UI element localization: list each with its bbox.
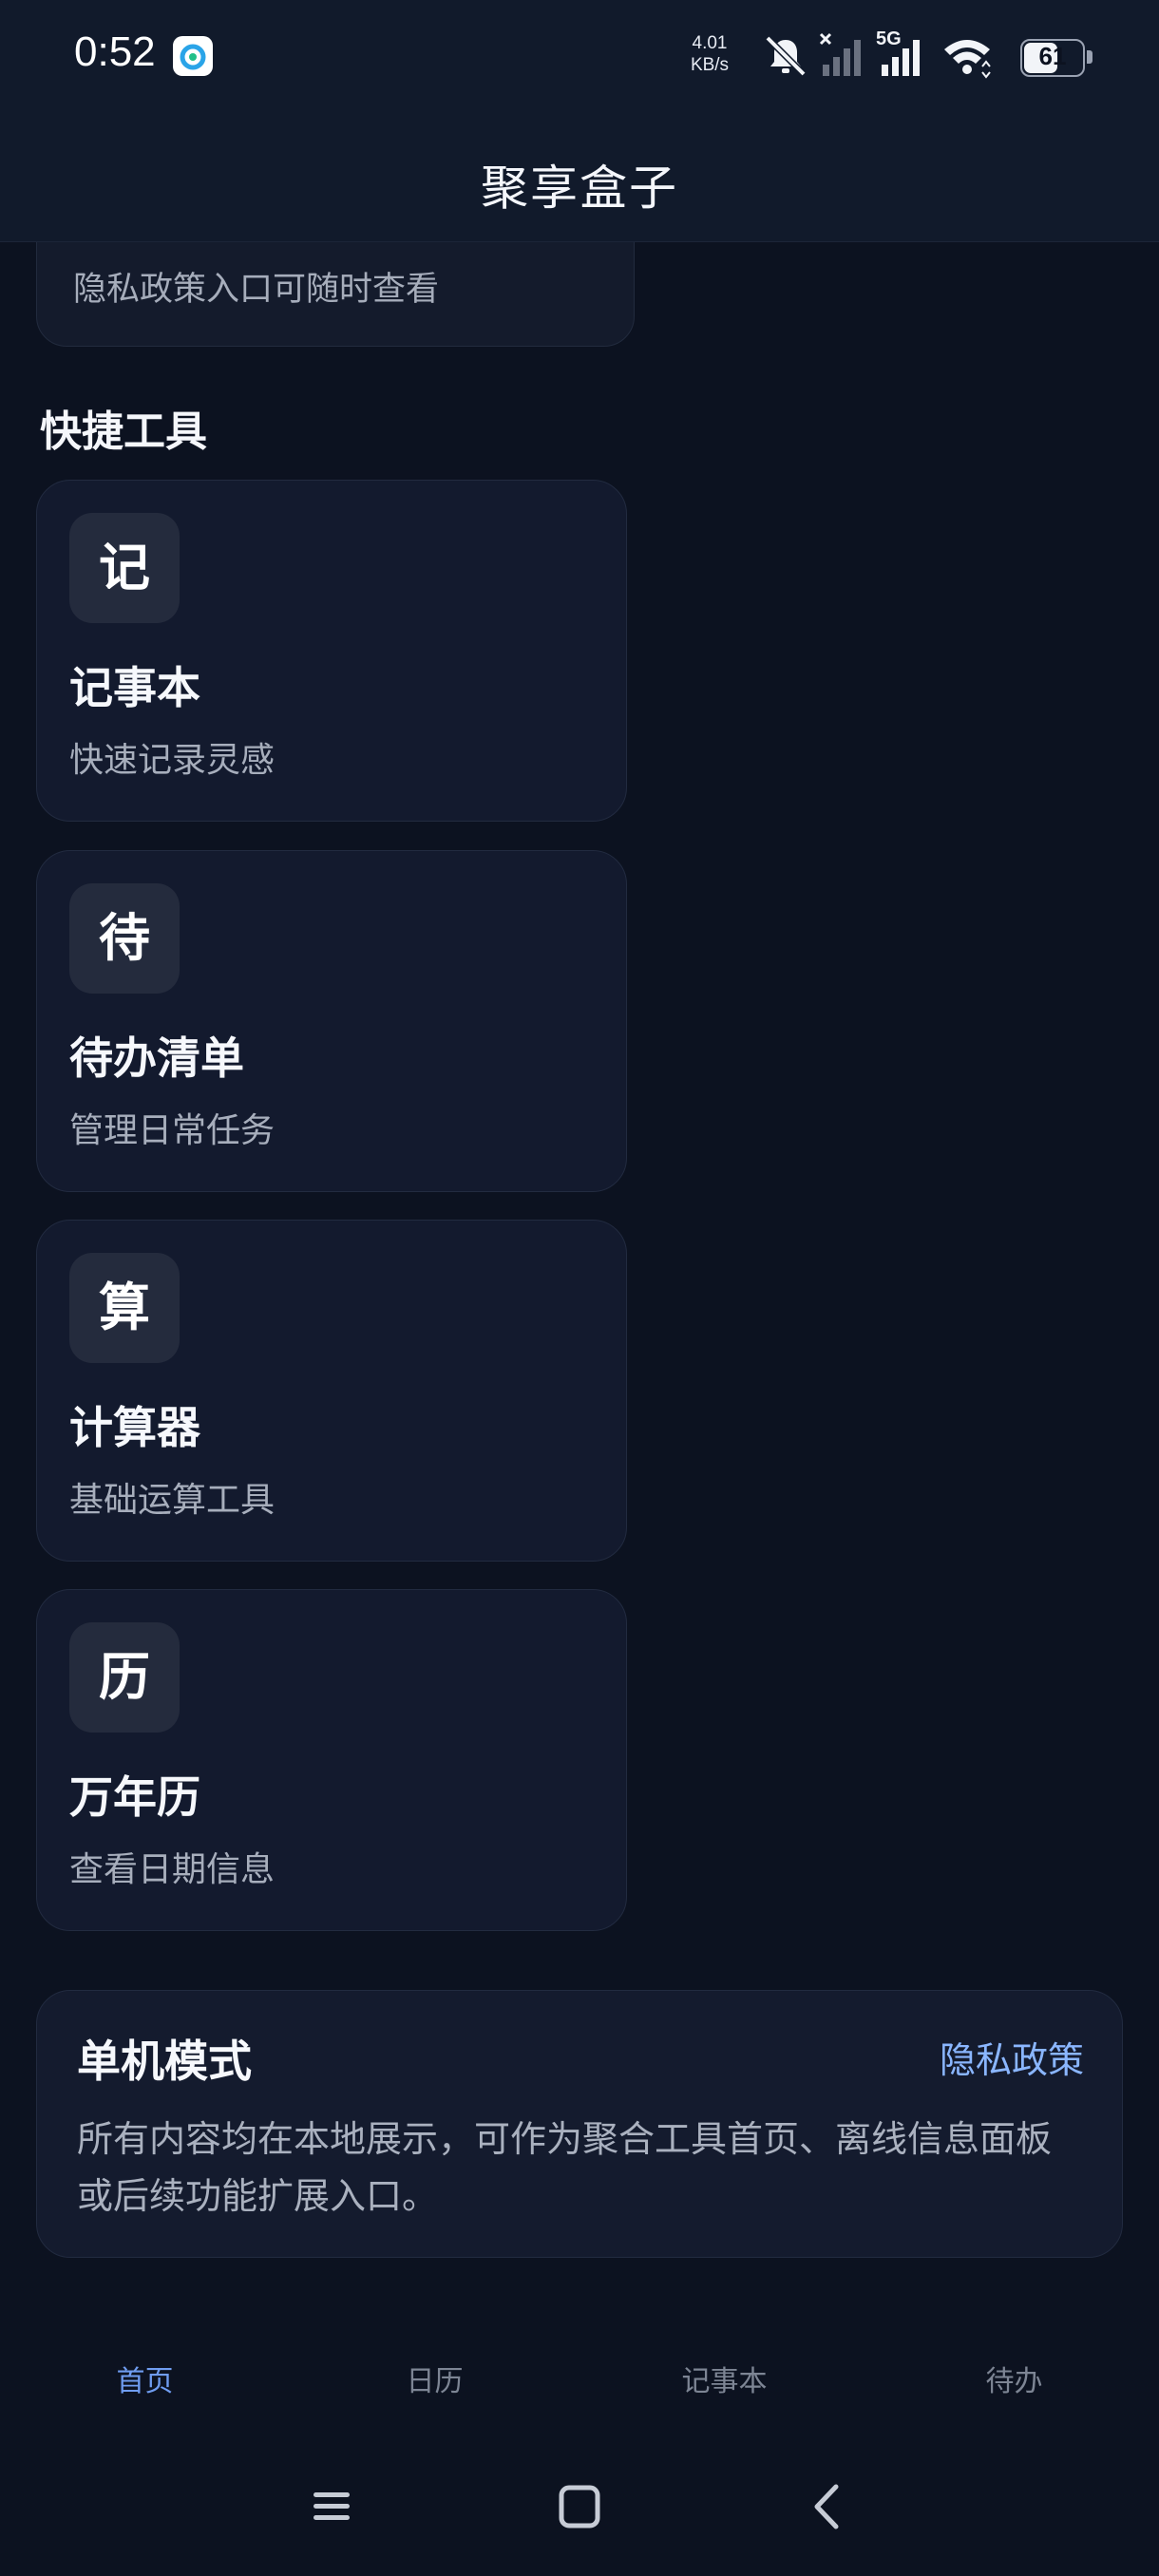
tool-name: 计算器 <box>69 1402 200 1453</box>
net-speed: 4.01 KB/s <box>676 32 743 76</box>
todo-icon: 待 <box>69 883 180 994</box>
battery-icon: 61 <box>1020 39 1092 77</box>
tab-home[interactable]: 首页 <box>0 2358 290 2399</box>
bottom-nav: 首页 日历 记事本 待办 <box>0 2299 1159 2454</box>
app-notification-icon <box>173 36 213 76</box>
tool-desc: 管理日常任务 <box>69 1111 276 1150</box>
main-content[interactable]: 隐私政策入口可随时查看 快捷工具 记 记事本 快速记录灵感 待 待办清单 管理日… <box>0 242 1159 2299</box>
tool-desc: 基础运算工具 <box>69 1481 276 1520</box>
calculator-icon: 算 <box>69 1253 180 1363</box>
calendar-icon: 历 <box>69 1622 180 1733</box>
tool-name: 万年历 <box>69 1771 200 1823</box>
tool-card-calendar[interactable]: 历 万年历 查看日期信息 <box>36 1589 627 1931</box>
tab-notepad[interactable]: 记事本 <box>580 2358 869 2399</box>
section-title-tools: 快捷工具 <box>40 407 207 456</box>
tool-card-notepad[interactable]: 记 记事本 快速记录灵感 <box>36 480 627 822</box>
net-speed-value: 4.01 <box>692 33 728 53</box>
no-signal-icon <box>819 32 861 76</box>
mute-icon <box>765 35 807 77</box>
battery-level: 61 <box>1038 42 1067 70</box>
offline-mode-card: 单机模式 隐私政策 所有内容均在本地展示，可作为聚合工具首页、离线信息面板或后续… <box>36 1990 1123 2258</box>
home-icon[interactable] <box>556 2483 603 2530</box>
menu-icon[interactable] <box>308 2483 355 2530</box>
privacy-policy-link[interactable]: 隐私政策 <box>940 2031 1084 2083</box>
system-nav-bar <box>0 2454 1159 2576</box>
tab-calendar[interactable]: 日历 <box>290 2358 580 2399</box>
tab-todo[interactable]: 待办 <box>869 2358 1159 2399</box>
notepad-icon: 记 <box>69 513 180 623</box>
app-bar: 聚享盒子 <box>0 116 1159 242</box>
back-icon[interactable] <box>804 2483 851 2530</box>
tool-desc: 快速记录灵感 <box>69 741 276 780</box>
tool-desc: 查看日期信息 <box>69 1850 276 1889</box>
page-title: 聚享盒子 <box>481 161 678 216</box>
offline-mode-title: 单机模式 <box>77 2036 252 2087</box>
privacy-notice-card[interactable]: 隐私政策入口可随时查看 <box>36 242 635 347</box>
offline-mode-desc: 所有内容均在本地展示，可作为聚合工具首页、离线信息面板或后续功能扩展入口。 <box>77 2118 1053 2217</box>
tool-card-calculator[interactable]: 算 计算器 基础运算工具 <box>36 1220 627 1562</box>
status-icons: 4.01 KB/s 5G 61 <box>676 28 1092 84</box>
status-time: 0:52 <box>74 28 156 75</box>
tool-name: 记事本 <box>69 662 200 713</box>
wifi-icon <box>944 40 991 79</box>
battery-tip <box>1087 50 1092 64</box>
privacy-notice-text: 隐私政策入口可随时查看 <box>73 271 440 309</box>
tool-card-todo[interactable]: 待 待办清单 管理日常任务 <box>36 850 627 1192</box>
tool-name: 待办清单 <box>69 1032 244 1084</box>
signal-icon <box>882 40 920 76</box>
net-speed-unit: KB/s <box>690 55 730 75</box>
status-bar: 0:52 4.01 KB/s 5G 61 <box>0 0 1159 116</box>
